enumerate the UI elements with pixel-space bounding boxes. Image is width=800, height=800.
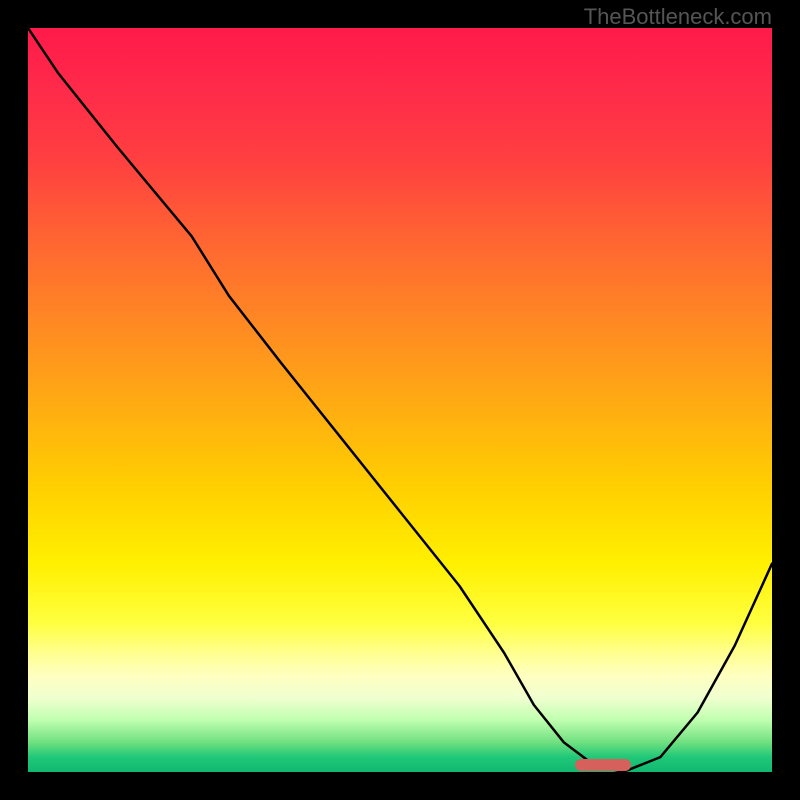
chart-plot-area bbox=[28, 28, 772, 772]
chart-curve bbox=[28, 28, 772, 772]
watermark-text: TheBottleneck.com bbox=[584, 4, 772, 30]
optimal-marker bbox=[575, 759, 631, 771]
